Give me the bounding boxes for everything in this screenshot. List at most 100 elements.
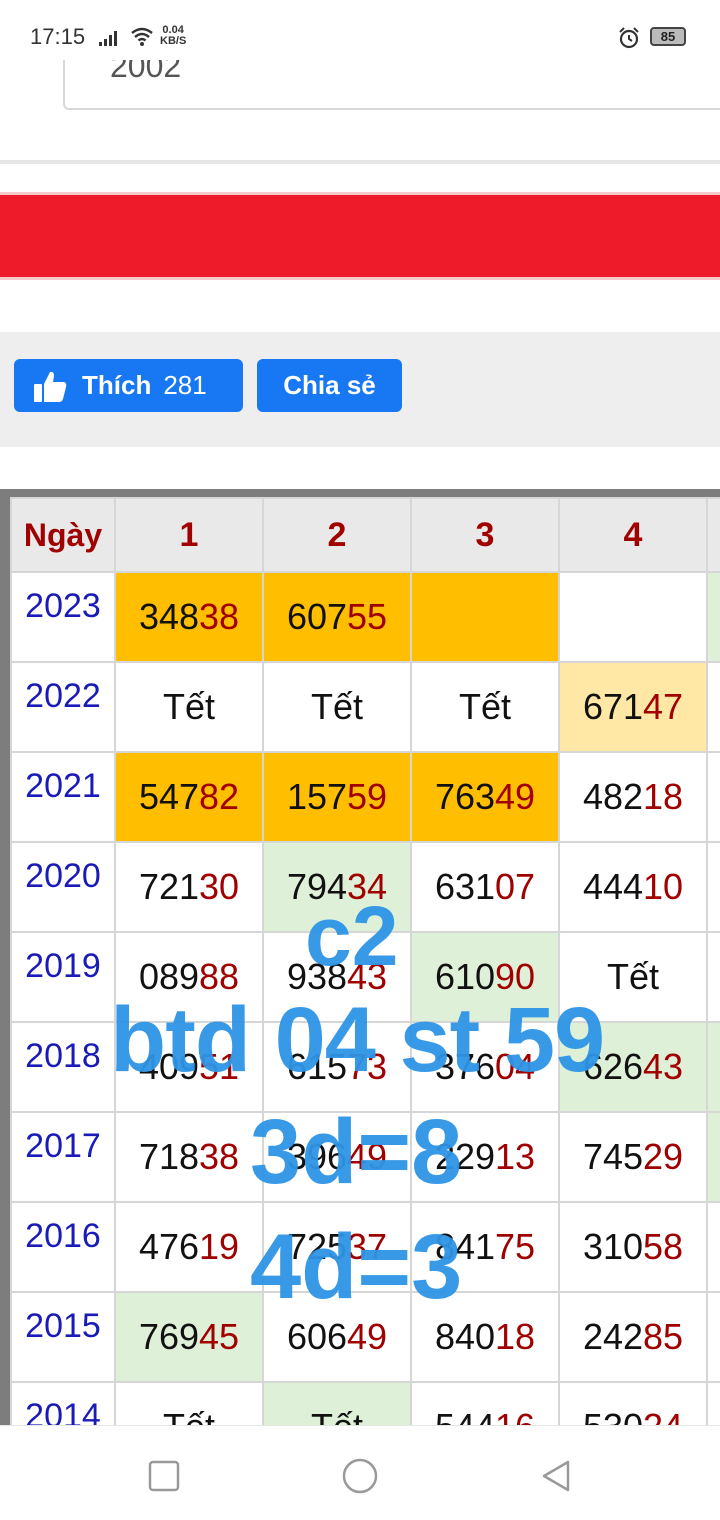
result-head-digits: 547 [138,776,200,817]
result-head-digits: Tết [606,956,659,997]
result-tail-digits: 38 [199,1136,240,1177]
like-button[interactable]: Thích 281 [14,359,243,412]
result-cell-cutoff [706,841,720,933]
network-speed: 0.04 KB/S [160,24,187,47]
row-year: 2014 [10,1381,116,1425]
result-tail-digits: 38 [199,596,240,637]
header-col-3: 3 [410,497,560,573]
result-tail-digits: 13 [495,1136,536,1177]
result-cell: 54416 [410,1381,560,1425]
overlay-note-1: c2 [305,889,399,983]
result-cell: Tết [262,1381,412,1425]
home-button-icon[interactable] [340,1456,380,1496]
result-cell: Tết [410,661,560,753]
system-nav-bar [0,1425,720,1520]
result-tail-digits: 82 [199,776,240,817]
result-tail-digits: 19 [199,1226,240,1267]
result-tail-digits: 18 [643,776,684,817]
like-label: Thích [82,370,152,400]
overlay-note-3: 3d=8 [250,1101,463,1203]
result-head-digits: 745 [582,1136,644,1177]
result-cell: 31058 [558,1201,708,1293]
alarm-icon [619,27,639,49]
result-cell [558,571,708,663]
recents-button-icon[interactable] [144,1456,184,1496]
result-cell-cutoff [706,1201,720,1293]
result-cell [410,571,560,663]
result-cell: 53024 [558,1381,708,1425]
result-tail-digits: 07 [495,866,536,907]
result-head-digits: 631 [434,866,496,907]
share-button[interactable]: Chia sẻ [257,359,402,412]
signal-icon [99,31,117,46]
header-day: Ngày [10,497,116,573]
result-cell-cutoff [706,1291,720,1383]
result-cell-cutoff [706,661,720,753]
result-tail-digits: 18 [495,1316,536,1357]
back-button-icon[interactable] [536,1456,576,1496]
result-tail-digits: 10 [643,866,684,907]
result-cell: 60755 [262,571,412,663]
result-head-digits: 840 [434,1316,496,1357]
battery-indicator: 85 [650,27,686,46]
result-head-digits: 530 [583,1406,643,1425]
result-head-digits: Tết [311,1406,363,1425]
result-tail-digits: 45 [199,1316,240,1357]
social-bar: Thích 281 Chia sẻ [0,332,720,447]
result-cell: 47619 [114,1201,264,1293]
red-banner [0,192,720,280]
result-head-digits: 606 [286,1316,348,1357]
result-tail-digits: 49 [347,1316,388,1357]
result-cell-cutoff [706,931,720,1023]
result-cell: Tết [114,661,264,753]
result-cell-cutoff [706,751,720,843]
result-head-digits: Tết [458,686,511,727]
thumbs-up-icon [34,371,67,402]
result-head-digits: 444 [582,866,644,907]
row-year: 2021 [10,751,116,843]
result-tail-digits: 49 [495,776,536,817]
result-head-digits: 671 [582,686,644,727]
row-year: 2017 [10,1111,116,1203]
result-cell: 74529 [558,1111,708,1203]
result-head-digits: 721 [138,866,200,907]
result-cell-cutoff [706,1021,720,1113]
overlay-note-2: btd 04 st 59 [110,989,605,1091]
row-year: 2020 [10,841,116,933]
result-head-digits: 763 [434,776,496,817]
result-head-digits: 476 [138,1226,200,1267]
row-year: 2016 [10,1201,116,1293]
result-head-digits: 607 [286,596,348,637]
row-year: 2019 [10,931,116,1023]
result-cell-cutoff [706,571,720,663]
result-cell: Tết [114,1381,264,1425]
result-cell: 71838 [114,1111,264,1203]
table-row: 2014TếtTết5441653024 [10,1381,720,1425]
table-row: 2023 34838 60755 [10,571,720,663]
result-cell: 63107 [410,841,560,933]
like-count: 281 [163,370,207,400]
result-head-digits: 310 [582,1226,644,1267]
overlay-note-4: 4d=3 [250,1216,463,1318]
result-cell: 72130 [114,841,264,933]
row-year: 2022 [10,661,116,753]
result-tail-digits: 55 [347,596,388,637]
header-col-2: 2 [262,497,412,573]
result-head-digits: 482 [582,776,644,817]
result-head-digits: Tết [310,686,363,727]
result-head-digits: Tết [162,686,215,727]
header-col-1: 1 [114,497,264,573]
row-year: 2018 [10,1021,116,1113]
result-head-digits: 718 [138,1136,200,1177]
divider [0,160,720,164]
table-row: 2022 Tết Tết Tết 67147 [10,661,720,753]
result-tail-digits: 58 [643,1226,684,1267]
result-tail-digits: 29 [643,1136,684,1177]
result-tail-digits: 75 [495,1226,536,1267]
result-cell-cutoff [706,1381,720,1425]
result-head-digits: 544 [435,1406,495,1425]
result-tail-digits: 47 [643,686,684,727]
status-bar: 17:15 0.04 KB/S 85 [0,0,720,60]
result-tail-digits: 43 [643,1046,684,1087]
result-cell: 76349 [410,751,560,843]
